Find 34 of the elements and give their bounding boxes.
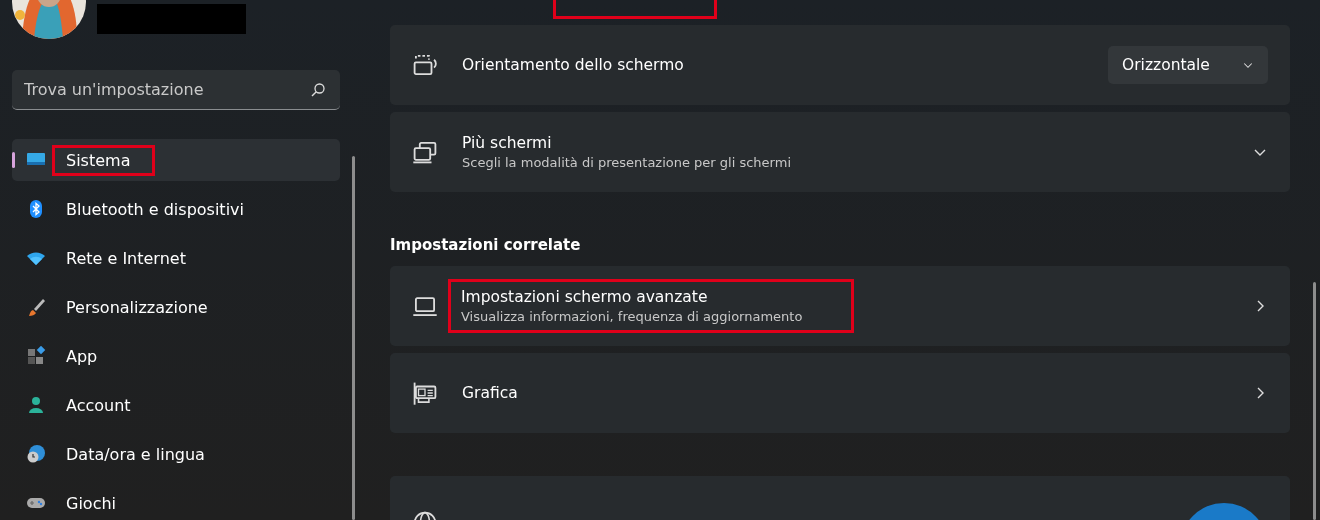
- selection-indicator: [12, 152, 15, 168]
- brush-icon: [26, 297, 46, 317]
- graphics-card-icon: [412, 380, 438, 406]
- screen-rotate-icon: [412, 52, 438, 78]
- search-icon: [310, 82, 326, 98]
- section-heading: Impostazioni correlate: [390, 236, 582, 254]
- orientation-dropdown[interactable]: Orizzontale: [1108, 46, 1268, 84]
- sidebar-item[interactable]: Bluetooth e dispositivi: [12, 188, 340, 230]
- setting-description: Visualizza informazioni, frequenza di aggiornamento: [461, 309, 804, 324]
- sidebar-item[interactable]: Data/ora e lingua: [12, 433, 340, 475]
- setting-card[interactable]: Orientamento dello schermo Orizzontale: [390, 25, 1290, 105]
- sidebar-item[interactable]: App: [12, 335, 340, 377]
- setting-title: Grafica: [462, 384, 519, 402]
- setting-title: Più schermi: [462, 134, 553, 152]
- setting-card[interactable]: Grafica: [390, 353, 1290, 433]
- setting-card[interactable]: [390, 476, 1290, 520]
- sidebar-item[interactable]: Rete e Internet: [12, 237, 340, 279]
- scrollbar[interactable]: [352, 156, 355, 520]
- sidebar-item[interactable]: Personalizzazione: [12, 286, 340, 328]
- apps-icon: [26, 346, 46, 366]
- sidebar-item[interactable]: Account: [12, 384, 340, 426]
- search-field[interactable]: Trova un'impostazione: [12, 70, 340, 110]
- setting-card[interactable]: Più schermi Scegli la modalità di presentazione per gli schermi: [390, 112, 1290, 192]
- setting-description: Scegli la modalità di presentazione per gli schermi: [462, 155, 792, 170]
- globe-clock-icon: [26, 444, 46, 464]
- person-icon: [26, 395, 46, 415]
- setting-card[interactable]: Impostazioni schermo avanzate Visualizza informazioni, frequenza di aggiornamento: [390, 266, 1290, 346]
- setting-title: Impostazioni schermo avanzate: [461, 288, 709, 306]
- sidebar-item[interactable]: Sistema: [12, 139, 340, 181]
- screens-icon: [412, 139, 438, 165]
- setting-title: Orientamento dello schermo: [462, 56, 685, 74]
- sidebar-item[interactable]: Giochi: [12, 482, 340, 520]
- scrollbar[interactable]: [1313, 282, 1316, 520]
- highlight-box: Sistema: [52, 144, 156, 176]
